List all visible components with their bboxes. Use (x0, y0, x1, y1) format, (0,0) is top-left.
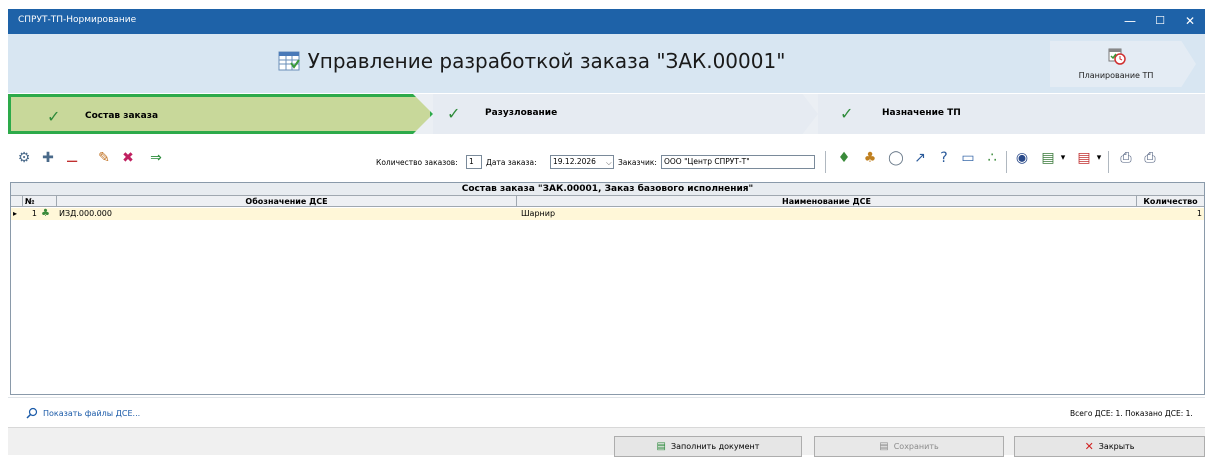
fill-document-icon: ▤ (656, 441, 666, 452)
check-icon: ✓ (47, 107, 61, 126)
step-label: Состав заказа (85, 111, 159, 121)
step-explosion[interactable]: ✓ Разузлование (433, 94, 818, 134)
row-num: 1 (31, 209, 37, 218)
order-date-input[interactable]: 19.12.2026 (550, 155, 614, 169)
save-xls-icon[interactable]: ▤ (1038, 147, 1058, 169)
close-window-button[interactable]: ✕ (1178, 12, 1202, 30)
settings-icon[interactable]: ◯ (886, 147, 906, 169)
toolbar-separator (1006, 151, 1007, 173)
column-header-quantity[interactable]: Количество (1137, 196, 1204, 207)
toolbar-separator (1108, 151, 1109, 173)
window-title: СПРУТ-ТП-Нормирование (18, 15, 137, 25)
close-icon: ✕ (1084, 440, 1094, 453)
customer-label: Заказчик: (618, 158, 657, 167)
help-icon[interactable]: ? (934, 147, 954, 169)
header-band: Управление разработкой заказа "ЗАК.00001… (8, 34, 1205, 93)
planning-tp-button[interactable]: Планирование ТП (1050, 41, 1196, 87)
assembly-icon[interactable]: ♣ (860, 147, 880, 169)
row-quantity: 1 (1196, 209, 1202, 218)
print-icon[interactable]: ⎙ (1140, 147, 1160, 169)
save-icon: ▤ (879, 441, 889, 452)
minimize-button[interactable]: — (1118, 12, 1142, 30)
step-assign-tp[interactable]: ✓ Назначение ТП (818, 94, 1205, 134)
grid-header: № Обозначение ДСЕ Наименование ДСЕ Колич… (11, 195, 1204, 207)
tool-icon[interactable]: ↗ (910, 147, 930, 169)
step-order-composition[interactable]: ✓ Состав заказа (8, 94, 433, 134)
add-subitem-icon[interactable]: ✚ (38, 147, 58, 169)
row-name: Шарнир (521, 209, 556, 218)
row-indicator-header (11, 196, 23, 207)
fill-document-label: Заполнить документ (670, 442, 760, 451)
current-row-indicator-icon: ▸ (13, 209, 18, 218)
planning-tp-label: Планирование ТП (1078, 71, 1154, 80)
export-excel-icon[interactable]: ⇒ (146, 147, 166, 169)
step-label: Разузлование (485, 108, 558, 118)
check-icon: ✓ (447, 104, 461, 123)
wizard-steps: ✓ Состав заказа ✓ Разузлование ✓ Назначе… (8, 94, 1205, 134)
edit-document-icon[interactable]: ✎ (94, 147, 114, 169)
binoculars-icon[interactable]: ◉ (1012, 147, 1032, 169)
column-header-designation[interactable]: Обозначение ДСЕ (57, 196, 517, 207)
footer-bar: ▤ Заполнить документ ▤ Сохранить ✕ Закры… (8, 427, 1205, 457)
delete-document-icon[interactable]: ✖ (118, 147, 138, 169)
grid-caption: Состав заказа "ЗАК.00001, Заказ базового… (11, 183, 1204, 195)
toolbar-separator (825, 151, 826, 173)
save-button[interactable]: ▤ Сохранить (814, 436, 1004, 457)
desktop-strip (0, 0, 1205, 9)
eraser-icon[interactable]: ▭ (958, 147, 978, 169)
check-icon: ✓ (840, 104, 854, 123)
order-date-label: Дата заказа: (486, 158, 537, 167)
column-header-num[interactable]: № (23, 196, 57, 207)
print-preview-icon[interactable]: ⎙ (1116, 147, 1136, 169)
date-dropdown-icon[interactable]: ⌵ (606, 158, 612, 168)
calendar-clock-icon (1108, 48, 1126, 65)
info-bar: Показать файлы ДСЕ... Всего ДСЕ: 1. Пока… (8, 397, 1205, 427)
step-arrow (413, 94, 433, 134)
page-title-container: Управление разработкой заказа "ЗАК.00001… (8, 49, 1205, 76)
fill-document-button[interactable]: ▤ Заполнить документ (614, 436, 802, 457)
chevron-down-icon[interactable]: ▾ (1094, 147, 1104, 169)
save-pdf-icon[interactable]: ▤ (1074, 147, 1094, 169)
page-title: Управление разработкой заказа "ЗАК.00001… (307, 49, 786, 73)
table-icon (278, 51, 300, 71)
chevron-down-icon[interactable]: ▾ (1058, 147, 1068, 169)
table-row[interactable]: ▸ 1 ♣ ИЗД.000.000 Шарнир 1 (11, 208, 1204, 220)
orders-count-label: Количество заказов: (376, 158, 458, 167)
toolbar: ⚙ ✚ ⚊ ✎ ✖ ⇒ Количество заказов: 1 Дата з… (8, 139, 1205, 179)
share-icon[interactable]: ∴ (982, 147, 1002, 169)
part-icon: ♣ (41, 208, 50, 219)
title-bar[interactable]: СПРУТ-ТП-Нормирование — ☐ ✕ (8, 9, 1205, 34)
show-files-link[interactable]: Показать файлы ДСЕ... (26, 407, 140, 419)
maximize-button[interactable]: ☐ (1148, 12, 1172, 30)
column-header-name[interactable]: Наименование ДСЕ (517, 196, 1137, 207)
save-label: Сохранить (893, 442, 939, 451)
add-item-icon[interactable]: ⚙ (14, 147, 34, 169)
customer-input[interactable]: ООО "Центр СПРУТ-Т" (661, 155, 815, 169)
main-window: СПРУТ-ТП-Нормирование — ☐ ✕ Управление р… (8, 9, 1205, 457)
order-composition-grid: Состав заказа "ЗАК.00001, Заказ базового… (10, 182, 1205, 395)
orders-count-input[interactable]: 1 (466, 155, 482, 169)
totals-text: Всего ДСЕ: 1. Показано ДСЕ: 1. (1070, 409, 1193, 418)
close-button[interactable]: ✕ Закрыть (1014, 436, 1205, 457)
row-designation: ИЗД.000.000 (59, 209, 112, 218)
search-files-icon (26, 407, 38, 419)
close-label: Закрыть (1098, 442, 1135, 451)
show-files-label: Показать файлы ДСЕ... (43, 408, 141, 418)
structure-icon[interactable]: ♦ (834, 147, 854, 169)
step-label: Назначение ТП (882, 108, 961, 118)
remove-item-icon[interactable]: ⚊ (62, 147, 82, 169)
